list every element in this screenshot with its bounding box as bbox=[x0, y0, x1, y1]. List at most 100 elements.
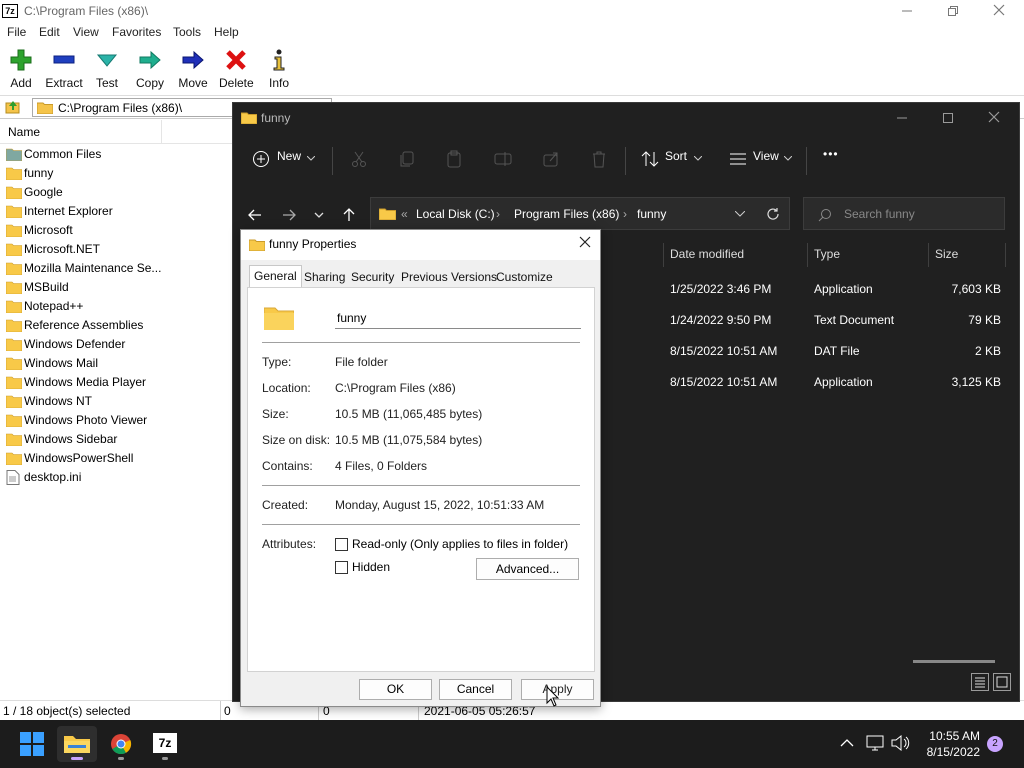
list-item[interactable]: Common Files bbox=[0, 145, 232, 164]
list-item[interactable]: funny bbox=[0, 164, 232, 183]
recent-locations-icon[interactable] bbox=[309, 205, 329, 225]
readonly-label[interactable]: Read-only (Only applies to files in fold… bbox=[352, 537, 568, 551]
search-box[interactable]: Search funny bbox=[803, 197, 1005, 230]
dialog-close-button[interactable] bbox=[575, 235, 595, 255]
list-item[interactable]: Windows Sidebar bbox=[0, 430, 232, 449]
list-item[interactable]: MSBuild bbox=[0, 278, 232, 297]
column-divider[interactable] bbox=[161, 120, 162, 144]
hidden-checkbox[interactable] bbox=[335, 561, 348, 574]
move-arrow-icon bbox=[182, 50, 204, 70]
file-explorer-taskbar-button[interactable] bbox=[57, 726, 97, 762]
view-button[interactable]: View bbox=[753, 149, 779, 163]
rename-icon[interactable] bbox=[494, 150, 512, 168]
list-item[interactable]: WindowsPowerShell bbox=[0, 449, 232, 468]
breadcrumb[interactable]: « Local Disk (C:) › Program Files (x86) … bbox=[370, 197, 790, 230]
clock-time[interactable]: 10:55 AM bbox=[920, 729, 980, 743]
tab-previous-versions[interactable]: Previous Versions bbox=[397, 267, 501, 287]
breadcrumb-local-disk[interactable]: Local Disk (C:) bbox=[416, 207, 495, 221]
sevenzip-taskbar-button[interactable]: 7z bbox=[145, 726, 185, 762]
breadcrumb-funny[interactable]: funny bbox=[637, 207, 666, 221]
list-item[interactable]: Notepad++ bbox=[0, 297, 232, 316]
column-header-type[interactable]: Type bbox=[814, 247, 840, 261]
volume-icon[interactable] bbox=[891, 735, 911, 751]
chrome-taskbar-button[interactable] bbox=[101, 726, 141, 762]
menu-view[interactable]: View bbox=[73, 25, 99, 39]
new-button[interactable]: New bbox=[277, 149, 301, 163]
copy-button[interactable]: Copy bbox=[134, 48, 166, 90]
list-item[interactable]: desktop.ini bbox=[0, 468, 232, 487]
chevron-up-icon[interactable] bbox=[840, 738, 854, 748]
refresh-icon[interactable] bbox=[766, 207, 780, 221]
minimize-button[interactable] bbox=[884, 0, 930, 22]
list-item[interactable]: Mozilla Maintenance Se... bbox=[0, 259, 232, 278]
list-item[interactable]: Windows Defender bbox=[0, 335, 232, 354]
menu-favorites[interactable]: Favorites bbox=[112, 25, 161, 39]
network-icon[interactable] bbox=[866, 735, 884, 751]
list-item[interactable]: Internet Explorer bbox=[0, 202, 232, 221]
tab-general[interactable]: General bbox=[249, 265, 302, 288]
folder-name-input[interactable] bbox=[335, 307, 581, 329]
cancel-button[interactable]: Cancel bbox=[439, 679, 512, 700]
info-button[interactable]: Info bbox=[266, 48, 292, 90]
menu-help[interactable]: Help bbox=[214, 25, 239, 39]
clock-date[interactable]: 8/15/2022 bbox=[920, 745, 980, 759]
details-view-button[interactable] bbox=[971, 673, 989, 691]
back-arrow-icon[interactable] bbox=[245, 205, 265, 225]
add-button[interactable]: Add bbox=[6, 48, 36, 90]
breadcrumb-overflow[interactable]: « bbox=[401, 207, 408, 221]
thumbnail-view-button[interactable] bbox=[993, 673, 1011, 691]
readonly-checkbox[interactable] bbox=[335, 538, 348, 551]
notification-badge[interactable]: 2 bbox=[987, 736, 1003, 752]
copy-icon[interactable] bbox=[398, 150, 416, 168]
horizontal-scrollbar[interactable] bbox=[913, 660, 995, 663]
ok-button[interactable]: OK bbox=[359, 679, 432, 700]
move-button[interactable]: Move bbox=[177, 48, 209, 90]
hidden-label[interactable]: Hidden bbox=[352, 560, 390, 574]
column-divider[interactable] bbox=[663, 243, 664, 267]
list-item[interactable]: Reference Assemblies bbox=[0, 316, 232, 335]
size-on-disk-value: 10.5 MB (11,075,584 bytes) bbox=[335, 433, 483, 447]
column-divider[interactable] bbox=[928, 243, 929, 267]
advanced-button[interactable]: Advanced... bbox=[476, 558, 579, 580]
tab-sharing[interactable]: Sharing bbox=[300, 267, 349, 287]
column-divider[interactable] bbox=[807, 243, 808, 267]
list-item[interactable]: Microsoft bbox=[0, 221, 232, 240]
list-item[interactable]: Google bbox=[0, 183, 232, 202]
explorer-minimize-button[interactable] bbox=[879, 103, 925, 133]
column-header-date[interactable]: Date modified bbox=[670, 247, 744, 261]
list-item[interactable]: Windows Mail bbox=[0, 354, 232, 373]
list-item[interactable]: Windows Media Player bbox=[0, 373, 232, 392]
menu-tools[interactable]: Tools bbox=[173, 25, 201, 39]
trash-icon[interactable] bbox=[590, 150, 608, 168]
more-options-button[interactable]: ••• bbox=[823, 147, 839, 161]
explorer-close-button[interactable] bbox=[971, 103, 1017, 133]
restore-button[interactable] bbox=[930, 0, 976, 22]
paste-icon[interactable] bbox=[445, 150, 463, 168]
list-item[interactable]: Windows Photo Viewer bbox=[0, 411, 232, 430]
list-item[interactable]: Windows NT bbox=[0, 392, 232, 411]
delete-button[interactable]: Delete bbox=[219, 48, 254, 90]
menu-edit[interactable]: Edit bbox=[39, 25, 60, 39]
up-arrow-icon[interactable] bbox=[339, 205, 359, 225]
forward-arrow-icon[interactable] bbox=[279, 205, 299, 225]
up-folder-icon[interactable] bbox=[5, 99, 21, 115]
tab-security[interactable]: Security bbox=[347, 267, 398, 287]
start-button[interactable] bbox=[12, 726, 52, 762]
column-header-name[interactable]: Name bbox=[0, 120, 232, 144]
column-header-size[interactable]: Size bbox=[935, 247, 958, 261]
column-divider[interactable] bbox=[1005, 243, 1006, 267]
test-button[interactable]: Test bbox=[92, 48, 122, 90]
tab-customize[interactable]: Customize bbox=[492, 267, 557, 287]
share-icon[interactable] bbox=[542, 150, 560, 168]
file-explorer-icon bbox=[64, 736, 90, 753]
list-item[interactable]: Microsoft.NET bbox=[0, 240, 232, 259]
close-button[interactable] bbox=[976, 0, 1022, 22]
breadcrumb-program-files[interactable]: Program Files (x86) bbox=[514, 207, 619, 221]
explorer-maximize-button[interactable] bbox=[925, 103, 971, 133]
extract-button[interactable]: Extract bbox=[44, 48, 84, 90]
menu-file[interactable]: File bbox=[7, 25, 26, 39]
cut-icon[interactable] bbox=[350, 150, 368, 168]
sort-button[interactable]: Sort bbox=[665, 149, 687, 163]
chevron-down-icon[interactable] bbox=[735, 211, 745, 217]
minus-icon bbox=[53, 55, 75, 64]
